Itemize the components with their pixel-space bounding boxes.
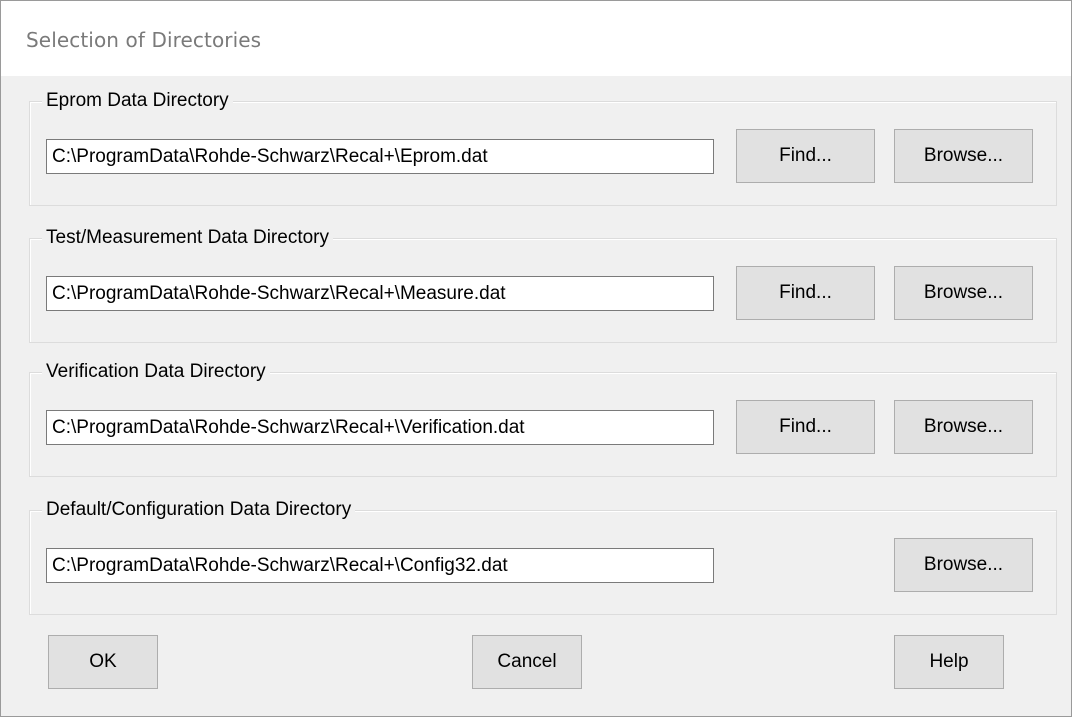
directory-selection-dialog: Selection of Directories Eprom Data Dire… <box>0 0 1072 717</box>
measurement-path-field[interactable]: C:\ProgramData\Rohde-Schwarz\Recal+\Meas… <box>46 276 714 311</box>
measurement-browse-button[interactable]: Browse... <box>894 266 1033 320</box>
title-bar: Selection of Directories <box>1 1 1071 76</box>
eprom-group-label: Eprom Data Directory <box>42 89 233 113</box>
configuration-browse-button[interactable]: Browse... <box>894 538 1033 592</box>
verification-data-directory-group: Verification Data Directory C:\ProgramDa… <box>29 360 1057 477</box>
eprom-data-directory-group: Eprom Data Directory C:\ProgramData\Rohd… <box>29 89 1057 206</box>
help-button[interactable]: Help <box>894 635 1004 689</box>
configuration-group-label: Default/Configuration Data Directory <box>42 498 356 522</box>
verification-find-button[interactable]: Find... <box>736 400 875 454</box>
ok-button[interactable]: OK <box>48 635 158 689</box>
cancel-button[interactable]: Cancel <box>472 635 582 689</box>
verification-browse-button[interactable]: Browse... <box>894 400 1033 454</box>
measurement-data-directory-group: Test/Measurement Data Directory C:\Progr… <box>29 226 1057 343</box>
measurement-group-label: Test/Measurement Data Directory <box>42 226 333 250</box>
eprom-find-button[interactable]: Find... <box>736 129 875 183</box>
eprom-browse-button[interactable]: Browse... <box>894 129 1033 183</box>
configuration-data-directory-group: Default/Configuration Data Directory C:\… <box>29 498 1057 615</box>
measurement-find-button[interactable]: Find... <box>736 266 875 320</box>
verification-group-label: Verification Data Directory <box>42 360 270 384</box>
verification-path-field[interactable]: C:\ProgramData\Rohde-Schwarz\Recal+\Veri… <box>46 410 714 445</box>
eprom-path-field[interactable]: C:\ProgramData\Rohde-Schwarz\Recal+\Epro… <box>46 139 714 174</box>
configuration-path-field[interactable]: C:\ProgramData\Rohde-Schwarz\Recal+\Conf… <box>46 548 714 583</box>
dialog-title: Selection of Directories <box>26 28 262 52</box>
